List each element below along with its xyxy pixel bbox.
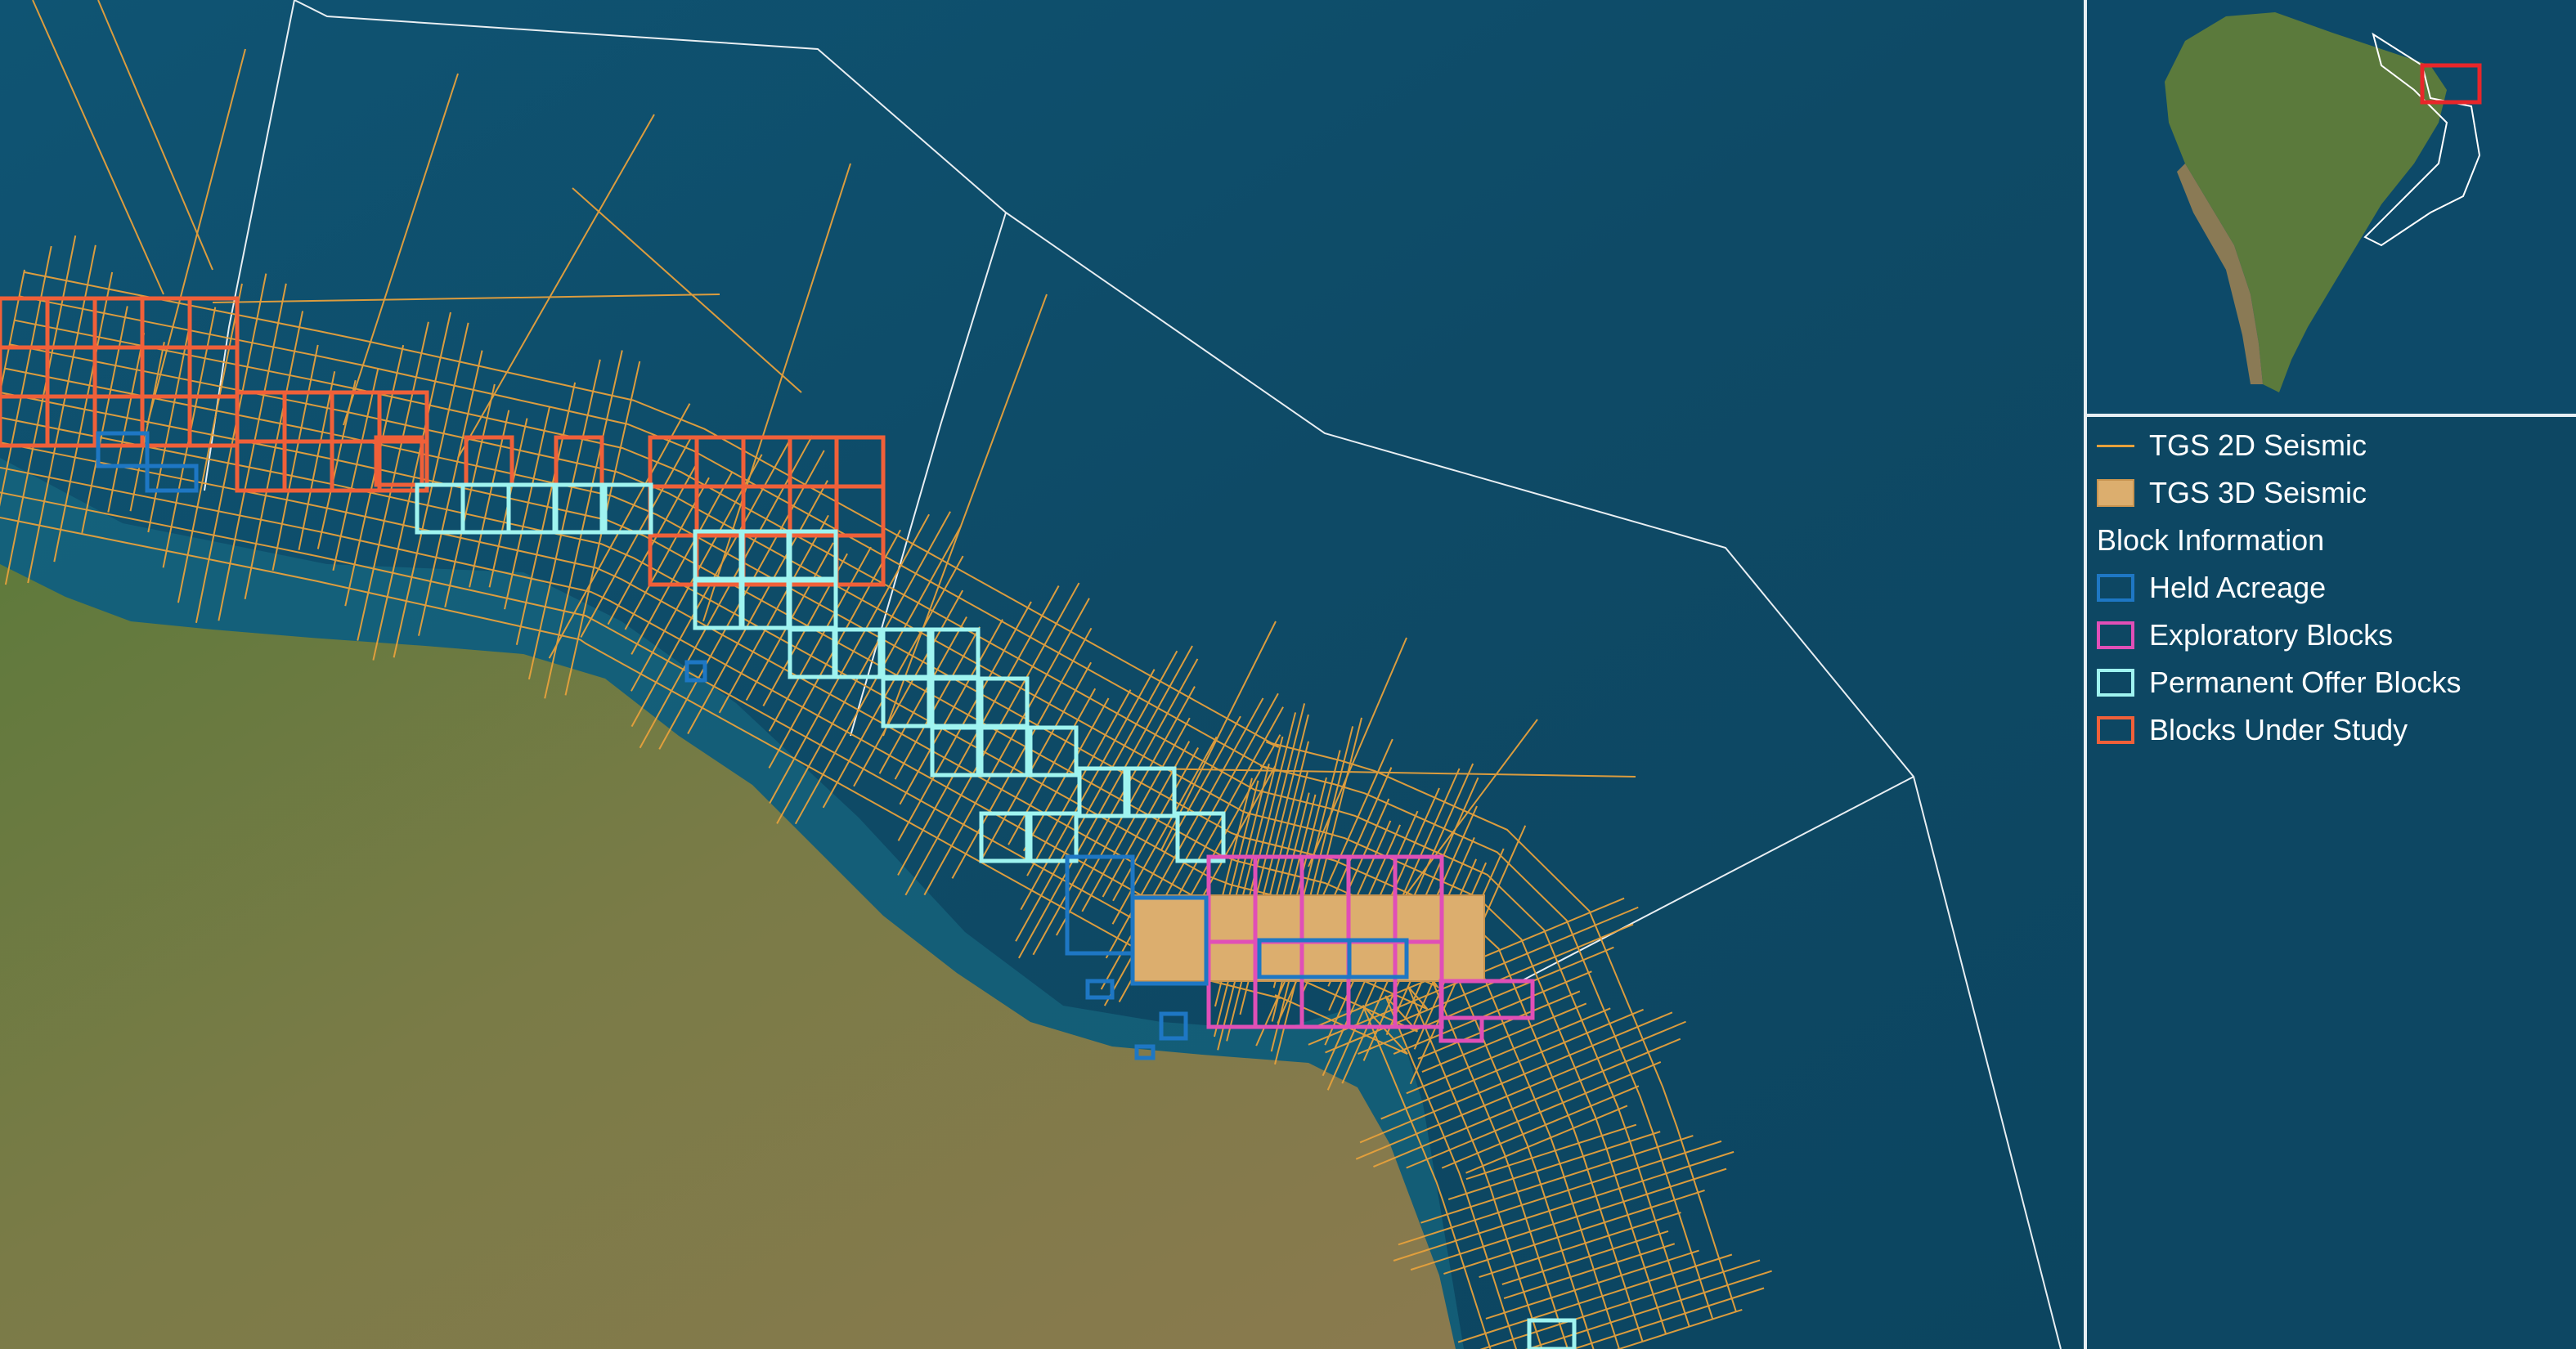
legend-item-exploratory: Exploratory Blocks [2097,615,2393,656]
blocks-under-study-swatch-icon [2097,716,2134,744]
side-panel: TGS 2D Seismic TGS 3D Seismic Block Info… [2084,0,2576,1349]
locator-inset-map[interactable] [2087,0,2576,417]
legend-heading-block-info: Block Information [2097,520,2324,561]
legend-item-3d: TGS 3D Seismic [2097,473,2367,513]
legend-label-3d: TGS 3D Seismic [2149,476,2367,509]
main-map[interactable] [0,0,2084,1349]
legend-label-under-study: Blocks Under Study [2149,713,2408,746]
seismic-3d-swatch-icon [2097,479,2134,507]
legend-item-held: Held Acreage [2097,567,2326,608]
legend-label-2d: TGS 2D Seismic [2149,428,2367,462]
seismic-2d-line-icon [2097,432,2134,459]
legend-item-permanent: Permanent Offer Blocks [2097,662,2462,703]
map-canvas[interactable] [0,0,2084,1349]
exploratory-blocks-swatch-icon [2097,621,2134,649]
legend-item-2d: TGS 2D Seismic [2097,425,2367,466]
permanent-offer-swatch-icon [2097,669,2134,697]
legend-label-exploratory: Exploratory Blocks [2149,618,2394,652]
held-acreage-swatch-icon [2097,574,2134,602]
legend-label-held: Held Acreage [2149,571,2327,604]
legend-item-under-study: Blocks Under Study [2097,710,2408,751]
inset-canvas [2087,0,2576,414]
legend-label-permanent: Permanent Offer Blocks [2149,666,2462,699]
legend-heading: Block Information [2097,523,2325,557]
